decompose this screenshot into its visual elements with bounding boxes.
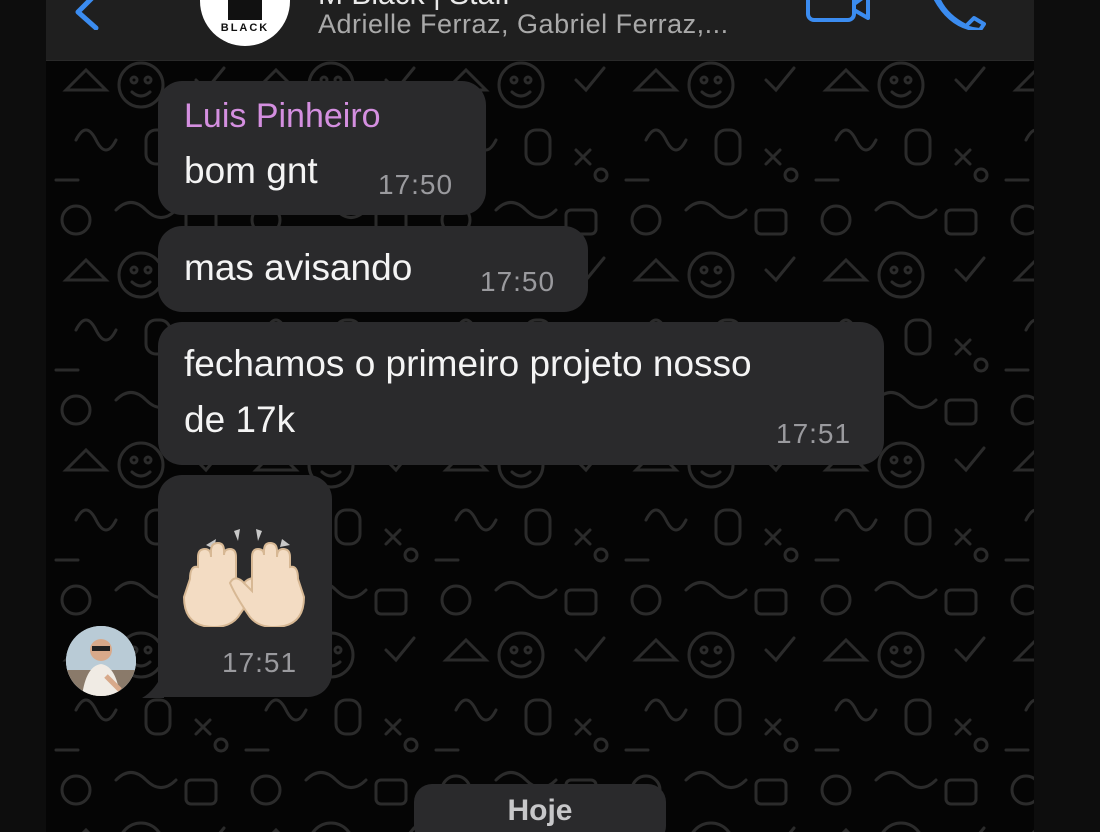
group-avatar[interactable]: BLACK (200, 0, 290, 46)
message-text: de 17k (184, 399, 296, 440)
date-separator: Hoje (414, 784, 666, 832)
message-time: 17:51 (776, 418, 852, 449)
group-members[interactable]: Adrielle Ferraz, Gabriel Ferraz,... (318, 9, 729, 40)
chat-window: BLACK M Black | Staff Adrielle Ferraz, G… (46, 0, 1034, 832)
date-separator-label: Hoje (507, 794, 573, 827)
group-avatar-text: BLACK (220, 22, 270, 34)
video-call-icon[interactable] (804, 0, 872, 24)
sender-avatar[interactable] (66, 626, 136, 696)
group-logo-icon (228, 0, 262, 20)
message-text: bom gnt (184, 150, 318, 191)
sender-name[interactable]: Luis Pinheiro (184, 97, 381, 136)
phone-call-icon[interactable] (932, 0, 986, 30)
message-bubble[interactable]: Luis Pinheiro bom gnt 17:50 (158, 81, 486, 215)
message-time: 17:51 (222, 647, 298, 678)
message-time: 17:50 (480, 266, 556, 297)
message-bubble[interactable]: mas avisando 17:50 (158, 226, 588, 312)
chat-header: BLACK M Black | Staff Adrielle Ferraz, G… (46, 0, 1034, 61)
message-bubble[interactable]: fechamos o primeiro projeto nosso de 17k… (158, 322, 884, 465)
message-time: 17:50 (378, 169, 454, 200)
back-chevron-icon[interactable] (66, 0, 100, 30)
message-bubble[interactable]: 17:51 (158, 475, 332, 697)
message-text: mas avisando (184, 247, 413, 288)
message-text: fechamos o primeiro projeto nosso (184, 343, 752, 384)
avatar-photo-icon (66, 626, 136, 696)
raising-hands-emoji (182, 529, 306, 627)
